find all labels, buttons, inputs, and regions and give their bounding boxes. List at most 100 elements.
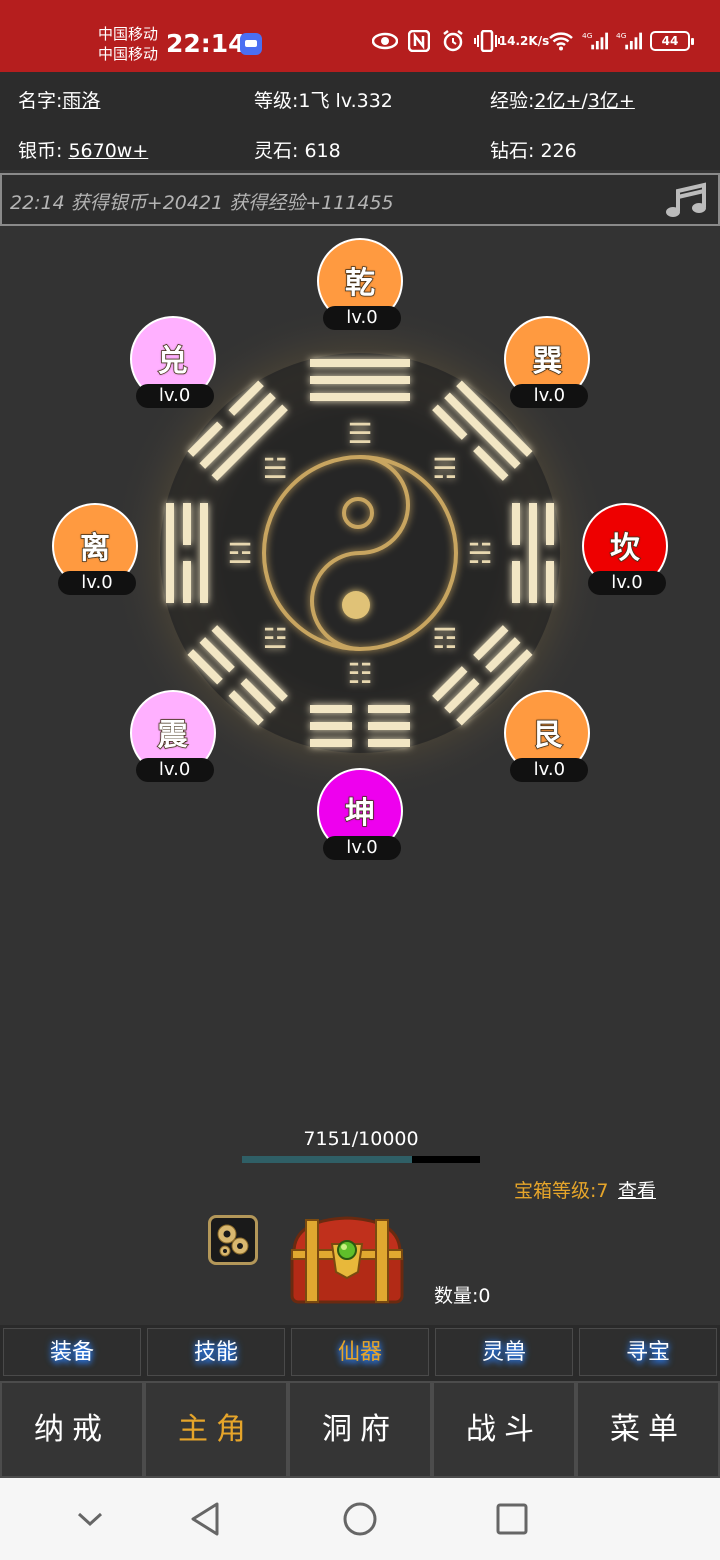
nav-down-icon[interactable] bbox=[65, 1496, 115, 1542]
trigram-qian[interactable]: 乾 lv.0 bbox=[317, 238, 403, 330]
treasure-chest[interactable] bbox=[284, 1212, 410, 1310]
tab-menu[interactable]: 菜单 bbox=[576, 1381, 720, 1478]
subtab-equipment[interactable]: 装备 bbox=[3, 1328, 141, 1376]
rune-icon: ☱ bbox=[263, 452, 288, 485]
carrier-1: 中国移动 bbox=[98, 25, 159, 43]
trigram-label: 震 bbox=[157, 718, 189, 755]
education-app-icon bbox=[240, 33, 262, 55]
system-nav-bar bbox=[0, 1478, 720, 1560]
name-label: 名字: bbox=[18, 90, 63, 112]
chest-progress-bar bbox=[242, 1156, 480, 1163]
level-label: 等级: bbox=[254, 90, 299, 112]
trigram-kan[interactable]: 坎 lv.0 bbox=[582, 503, 668, 595]
app-root: 中国移动 中国移动 22:14 14.2 K/s 4G 4G 44 名字:雨洛 … bbox=[0, 0, 720, 1560]
diamond-value: 226 bbox=[540, 140, 577, 162]
main-tab-bar: 纳戒 主角 洞府 战斗 菜单 bbox=[0, 1381, 720, 1478]
tab-storage-ring[interactable]: 纳戒 bbox=[0, 1381, 144, 1478]
trigram-label: 离 bbox=[79, 530, 111, 567]
gears-icon[interactable] bbox=[208, 1215, 258, 1265]
trigram-level: lv.0 bbox=[135, 383, 214, 408]
trigram-label: 坎 bbox=[609, 530, 641, 567]
player-diamond: 钻石: 226 bbox=[490, 136, 577, 163]
trigram-level: lv.0 bbox=[58, 571, 136, 595]
player-info-panel: 名字:雨洛 等级:1飞 lv.332 经验:2亿+/3亿+ 银币: 5670w+… bbox=[0, 72, 720, 170]
status-icons: 14.2 K/s 4G 4G 44 bbox=[372, 28, 694, 54]
spirit-stone-value: 618 bbox=[304, 140, 341, 162]
nfc-icon bbox=[406, 28, 432, 54]
tab-cave-dwelling[interactable]: 洞府 bbox=[288, 1381, 432, 1478]
nav-home-icon[interactable] bbox=[335, 1496, 385, 1542]
signal-4g-icon: 4G bbox=[616, 28, 642, 54]
trigram-xun[interactable]: 巽 lv.0 bbox=[504, 315, 591, 408]
subtab-treasure-hunt[interactable]: 寻宝 bbox=[579, 1328, 717, 1376]
spirit-stone-label: 灵石: bbox=[254, 140, 299, 162]
tab-protagonist[interactable]: 主角 bbox=[144, 1381, 288, 1478]
chest-progress-fill bbox=[242, 1156, 413, 1163]
trigram-level: lv.0 bbox=[510, 758, 589, 783]
rune-icon: ☷ bbox=[347, 657, 372, 690]
rune-icon: ☵ bbox=[467, 537, 492, 570]
subtab-spirit-beasts[interactable]: 灵兽 bbox=[435, 1328, 573, 1376]
svg-text:4G: 4G bbox=[616, 31, 627, 40]
player-level: 等级:1飞 lv.332 bbox=[254, 86, 393, 113]
svg-text:4G: 4G bbox=[582, 31, 593, 40]
chest-level: 宝箱等级:7 bbox=[514, 1180, 609, 1202]
nav-back-icon[interactable] bbox=[181, 1496, 231, 1542]
name-value[interactable]: 雨洛 bbox=[62, 90, 100, 112]
player-silver: 银币: 5670w+ bbox=[18, 136, 148, 163]
rune-icon: ☶ bbox=[432, 622, 457, 655]
battery-icon: 44 bbox=[650, 31, 694, 51]
bagua-panel: ☰ ☴ ☵ ☶ ☷ ☳ ☲ ☱ 乾 lv.0 巽 lv.0 坎 lv.0 艮 lv.0 坤 lv.0 震 lv.0 离… bbox=[0, 238, 720, 890]
trigram-label: 坤 bbox=[344, 795, 376, 832]
trigram-gen[interactable]: 艮 lv.0 bbox=[504, 690, 591, 783]
silver-value[interactable]: 5670w+ bbox=[68, 140, 148, 162]
net-speed-value: 14.2 bbox=[498, 33, 529, 48]
trigram-level: lv.0 bbox=[135, 758, 214, 783]
trigram-label: 艮 bbox=[532, 718, 564, 755]
status-time: 22:14 bbox=[166, 29, 246, 58]
subtab-artifacts[interactable]: 仙器 bbox=[291, 1328, 429, 1376]
trigram-level: lv.0 bbox=[323, 306, 401, 330]
trigram-dui[interactable]: 兑 lv.0 bbox=[129, 315, 216, 408]
eye-icon bbox=[372, 28, 398, 54]
trigram-level: lv.0 bbox=[510, 383, 589, 408]
signal-4g-icon: 4G bbox=[582, 28, 608, 54]
music-icon[interactable] bbox=[664, 181, 708, 221]
player-exp: 经验:2亿+/3亿+ bbox=[490, 86, 635, 113]
chest-icon bbox=[290, 1216, 404, 1304]
carrier-labels: 中国移动 中国移动 bbox=[98, 24, 158, 64]
rune-icon: ☲ bbox=[227, 537, 252, 570]
chest-count: 数量:0 bbox=[434, 1285, 491, 1307]
message-log: 22:14 获得银币+20421 获得经验+111455 bbox=[0, 173, 720, 226]
rune-icon: ☴ bbox=[432, 452, 457, 485]
player-spirit-stone: 灵石: 618 bbox=[254, 136, 341, 163]
trigram-label: 巽 bbox=[532, 343, 564, 380]
trigram-bars-symbol bbox=[310, 359, 410, 401]
exp-max[interactable]: 3亿+ bbox=[588, 90, 635, 112]
level-value: 1飞 lv.332 bbox=[298, 90, 393, 112]
alarm-icon bbox=[440, 28, 466, 54]
tab-battle[interactable]: 战斗 bbox=[432, 1381, 576, 1478]
message-text: 22:14 获得银币+20421 获得经验+111455 bbox=[10, 192, 394, 214]
net-speed-unit: K/s bbox=[528, 33, 550, 48]
trigram-level: lv.0 bbox=[323, 836, 401, 860]
trigram-label: 兑 bbox=[157, 343, 189, 380]
player-name: 名字:雨洛 bbox=[18, 86, 100, 113]
silver-label: 银币: bbox=[18, 140, 63, 162]
trigram-li[interactable]: 离 lv.0 bbox=[52, 503, 138, 595]
exp-label: 经验: bbox=[490, 90, 535, 112]
trigram-kun[interactable]: 坤 lv.0 bbox=[317, 768, 403, 860]
trigram-zhen[interactable]: 震 lv.0 bbox=[129, 690, 216, 783]
subtab-skills[interactable]: 技能 bbox=[147, 1328, 285, 1376]
chest-progress-text: 7151/10000 bbox=[303, 1128, 419, 1150]
status-bar: 中国移动 中国移动 22:14 14.2 K/s 4G 4G 44 bbox=[0, 0, 720, 72]
trigram-level: lv.0 bbox=[588, 571, 666, 595]
exp-current[interactable]: 2亿+ bbox=[534, 90, 581, 112]
sub-tab-bar: 装备 技能 仙器 灵兽 寻宝 bbox=[0, 1325, 720, 1381]
vibrate-icon bbox=[474, 28, 500, 54]
rune-icon: ☰ bbox=[347, 417, 372, 450]
rune-icon: ☳ bbox=[263, 622, 288, 655]
trigram-label: 乾 bbox=[344, 265, 376, 302]
nav-recents-icon[interactable] bbox=[487, 1496, 537, 1542]
view-link[interactable]: 查看 bbox=[618, 1176, 656, 1203]
